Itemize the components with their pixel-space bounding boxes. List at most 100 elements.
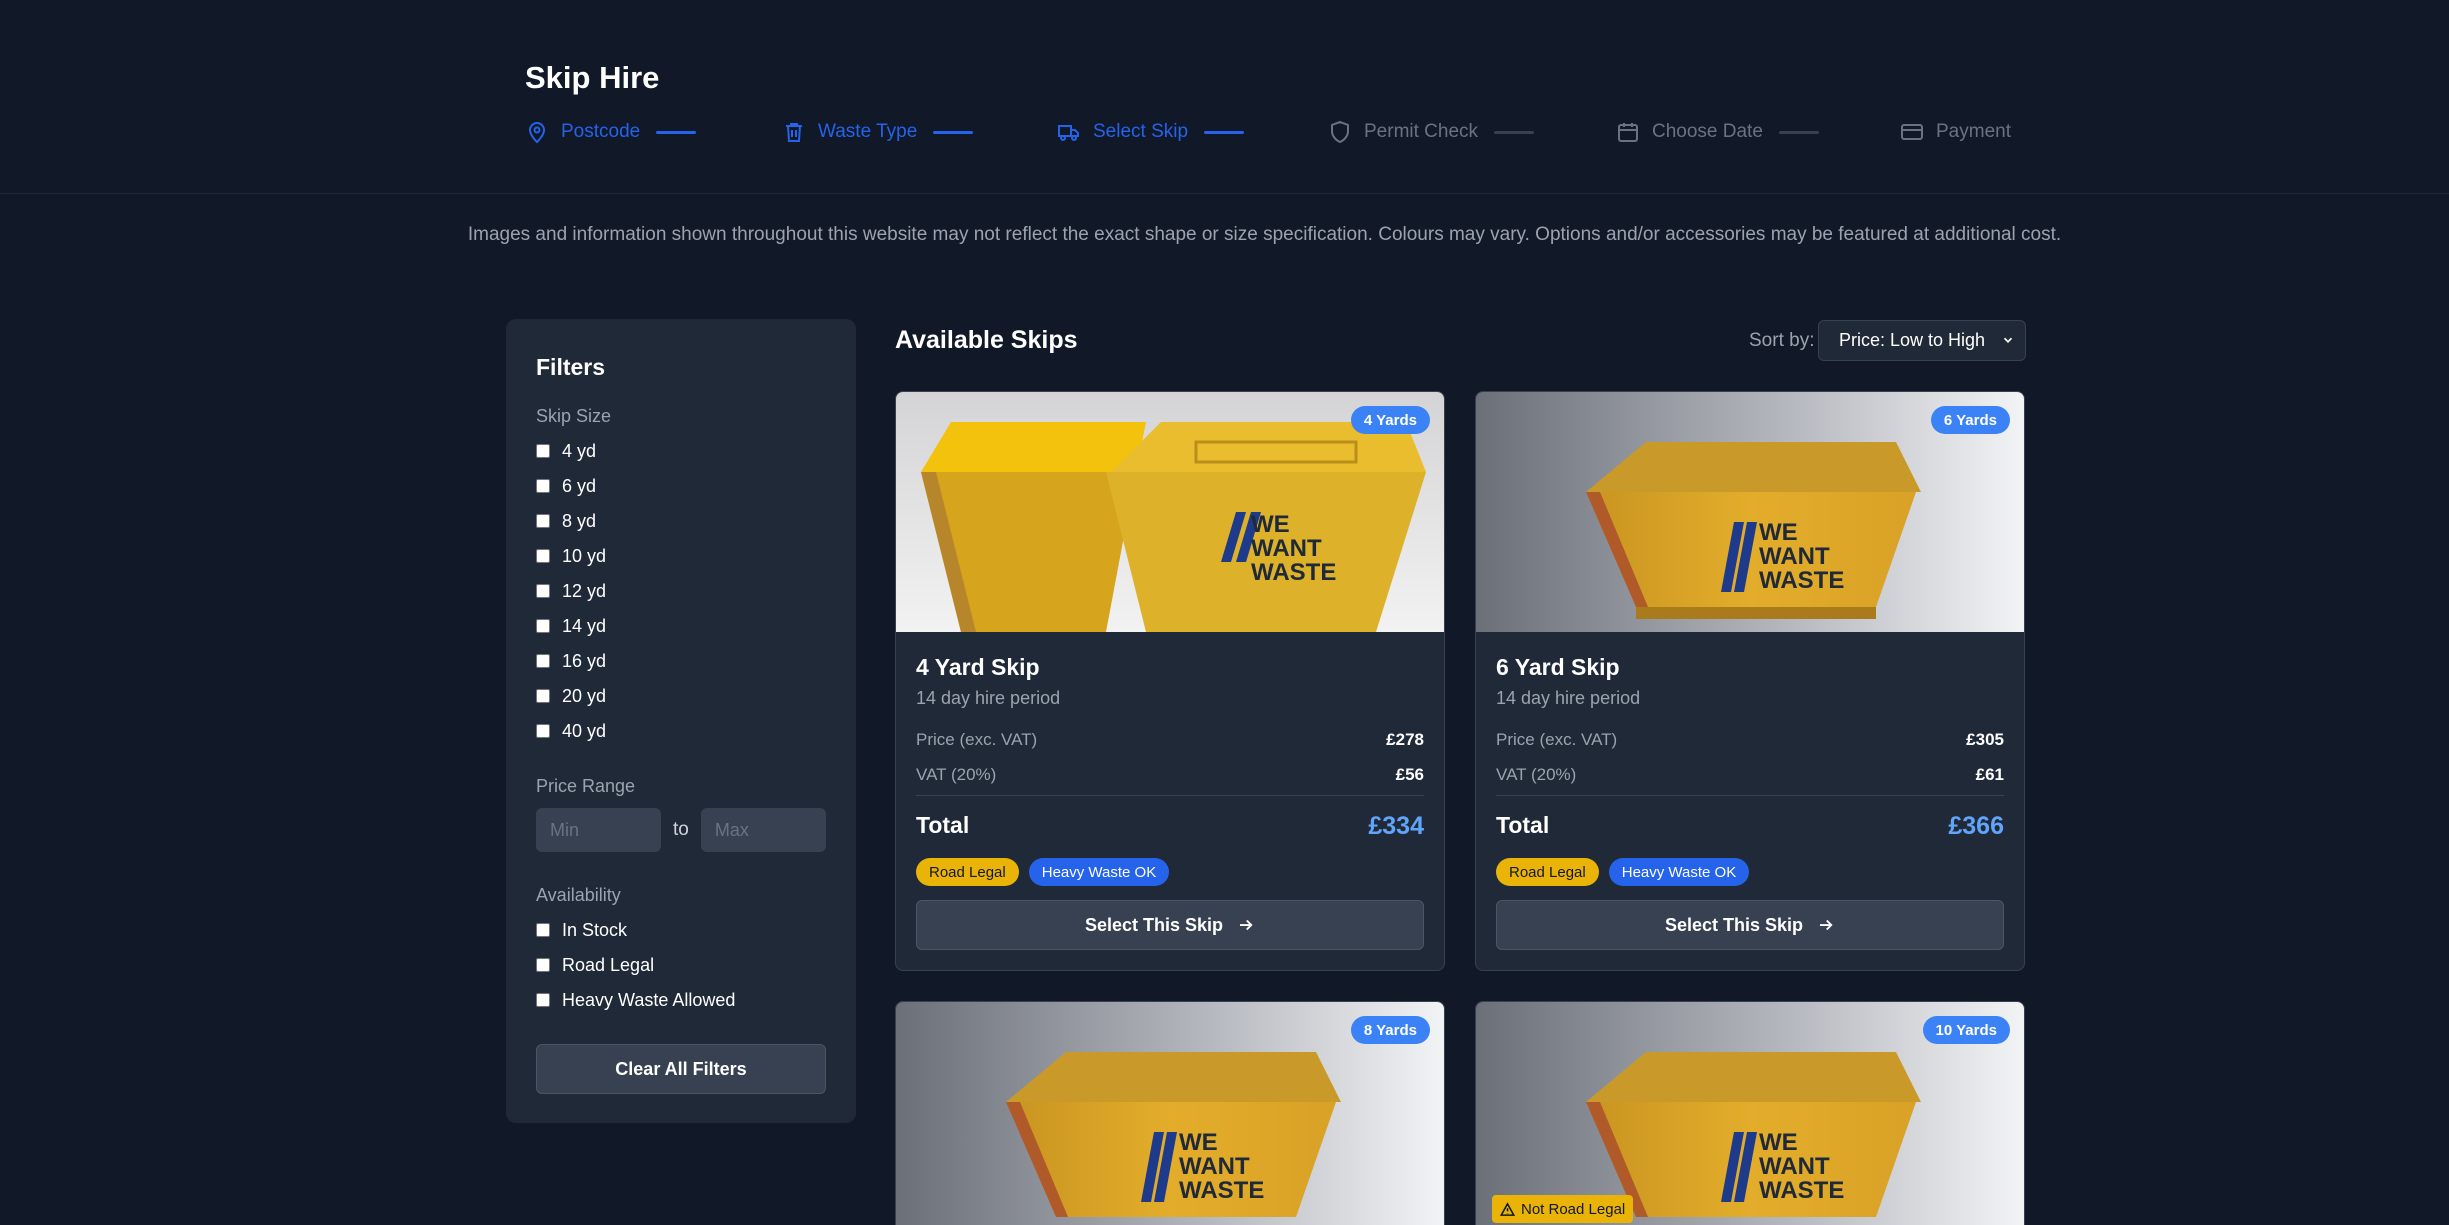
checkbox[interactable] [536, 654, 550, 668]
skip-name: 4 Yard Skip [916, 654, 1040, 680]
size-filter-16[interactable]: 16 yd [536, 649, 606, 673]
step-connector [1494, 130, 1535, 134]
checkbox-label: 16 yd [562, 650, 607, 671]
skip-card-8-yard[interactable]: WE WANT WASTE 8 Yards [895, 1001, 1445, 1225]
checkbox[interactable] [536, 958, 550, 972]
skip-size-label: Skip Size [536, 406, 612, 426]
step-waste-type[interactable]: Waste Type [782, 115, 974, 149]
credit-card-icon [1901, 124, 1923, 140]
checkbox[interactable] [536, 993, 550, 1007]
checkbox-label: 6 yd [562, 475, 597, 496]
progress-steps: Postcode Waste Type Select Skip Permit C… [525, 115, 2011, 149]
checkbox-label: Heavy Waste Allowed [562, 989, 736, 1010]
svg-text:WASTE: WASTE [1759, 1177, 1844, 1204]
skip-image: WE WANT WASTE 10 Yards [1476, 1002, 2024, 1225]
checkbox-label: 14 yd [562, 615, 607, 636]
heavy-waste-tag: Heavy Waste OK [1608, 858, 1750, 886]
skip-card-10-yard[interactable]: WE WANT WASTE 10 Yards Not Road Legal [1475, 1001, 2025, 1225]
availability-label: Availability [536, 885, 621, 905]
svg-text:WANT: WANT [1759, 1153, 1830, 1180]
step-connector [1204, 130, 1245, 134]
filter-heavy-waste[interactable]: Heavy Waste Allowed [536, 988, 735, 1012]
divider [1496, 795, 2004, 796]
checkbox[interactable] [536, 923, 550, 937]
calendar-icon [1618, 123, 1638, 142]
checkbox-label: 8 yd [562, 510, 597, 531]
checkbox[interactable] [536, 444, 550, 458]
svg-text:WE: WE [1179, 1129, 1218, 1156]
to-label: to [673, 819, 689, 840]
sort-select[interactable]: Price: Low to High [1818, 320, 2026, 361]
size-badge: 6 Yards [1930, 406, 2010, 434]
svg-text:WASTE: WASTE [1759, 567, 1844, 594]
skip-name: 6 Yard Skip [1496, 654, 1620, 680]
size-filter-10[interactable]: 10 yd [536, 544, 606, 568]
svg-text:WE: WE [1759, 1129, 1798, 1156]
min-price-input[interactable] [536, 808, 661, 852]
max-price-input[interactable] [700, 808, 826, 852]
total-value: £334 [1368, 812, 1424, 840]
hire-period: 14 day hire period [1496, 688, 1641, 708]
checkbox[interactable] [536, 724, 550, 738]
step-payment[interactable]: Payment [1900, 115, 2011, 149]
step-select-skip[interactable]: Select Skip [1057, 115, 1245, 149]
size-filter-20[interactable]: 20 yd [536, 684, 606, 708]
checkbox-label: Road Legal [562, 954, 655, 975]
size-filter-12[interactable]: 12 yd [536, 579, 606, 603]
svg-text:WE: WE [1759, 519, 1798, 546]
size-badge: 8 Yards [1350, 1016, 1430, 1044]
size-filter-40[interactable]: 40 yd [536, 719, 606, 743]
not-road-legal-badge: Not Road Legal [1492, 1195, 1634, 1223]
checkbox[interactable] [536, 584, 550, 598]
svg-text:WANT: WANT [1251, 535, 1322, 562]
warning-label: Not Road Legal [1521, 1200, 1626, 1218]
arrow-right-icon [1240, 919, 1253, 931]
checkbox[interactable] [536, 689, 550, 703]
step-permit-check[interactable]: Permit Check [1328, 115, 1535, 149]
skip-card-4-yard[interactable]: WE WANT WASTE 4 Yards 4 Yard Skip 14 day… [895, 391, 1445, 971]
shield-icon [1331, 120, 1349, 144]
skip-card-6-yard[interactable]: WE WANT WASTE 6 Yards 6 Yard Skip 14 day… [1475, 391, 2025, 971]
vat-label: VAT (20%) [1496, 765, 1577, 784]
svg-text:WANT: WANT [1179, 1153, 1250, 1180]
step-label: Waste Type [818, 121, 918, 142]
feature-tags: Road Legal Heavy Waste OK [916, 858, 1170, 886]
app-title: Skip Hire [525, 60, 660, 95]
step-label: Permit Check [1364, 121, 1479, 142]
checkbox[interactable] [536, 479, 550, 493]
size-filter-14[interactable]: 14 yd [536, 614, 606, 638]
vat-value: £56 [1395, 765, 1424, 784]
vat-value: £61 [1975, 765, 2004, 784]
size-badge: 10 Yards [1922, 1016, 2010, 1044]
step-postcode[interactable]: Postcode [525, 115, 697, 149]
arrow-right-icon [1820, 919, 1833, 931]
map-pin-icon [528, 122, 546, 144]
filters-panel: Filters Skip Size 4 yd 6 yd 8 yd 10 yd 1… [506, 319, 856, 1123]
size-filter-4[interactable]: 4 yd [536, 439, 596, 463]
size-filter-8[interactable]: 8 yd [536, 509, 596, 533]
filter-in-stock[interactable]: In Stock [536, 918, 627, 942]
step-label: Select Skip [1093, 121, 1189, 142]
select-skip-button[interactable]: Select This Skip [1496, 900, 2004, 950]
price-label: Price (exc. VAT) [916, 730, 1038, 749]
checkbox[interactable] [536, 549, 550, 563]
checkbox[interactable] [536, 514, 550, 528]
price-range-label: Price Range [536, 776, 636, 796]
svg-text:WANT: WANT [1759, 543, 1830, 570]
feature-tags: Road Legal Heavy Waste OK [1496, 858, 1750, 886]
svg-text:WASTE: WASTE [1251, 559, 1336, 586]
button-label: Select This Skip [1664, 914, 1804, 935]
step-choose-date[interactable]: Choose Date [1616, 115, 1819, 149]
checkbox-label: 4 yd [562, 440, 597, 461]
trash-icon [786, 123, 802, 142]
select-skip-button[interactable]: Select This Skip [916, 900, 1424, 950]
price-value: £278 [1386, 730, 1424, 749]
step-label: Choose Date [1652, 121, 1763, 142]
checkbox[interactable] [536, 619, 550, 633]
step-connector [1778, 130, 1819, 134]
filter-road-legal[interactable]: Road Legal [536, 953, 654, 977]
skip-image: WE WANT WASTE 4 Yards [896, 392, 1444, 632]
clear-filters-button[interactable]: Clear All Filters [536, 1044, 826, 1094]
size-filter-6[interactable]: 6 yd [536, 474, 596, 498]
step-connector [656, 130, 697, 134]
